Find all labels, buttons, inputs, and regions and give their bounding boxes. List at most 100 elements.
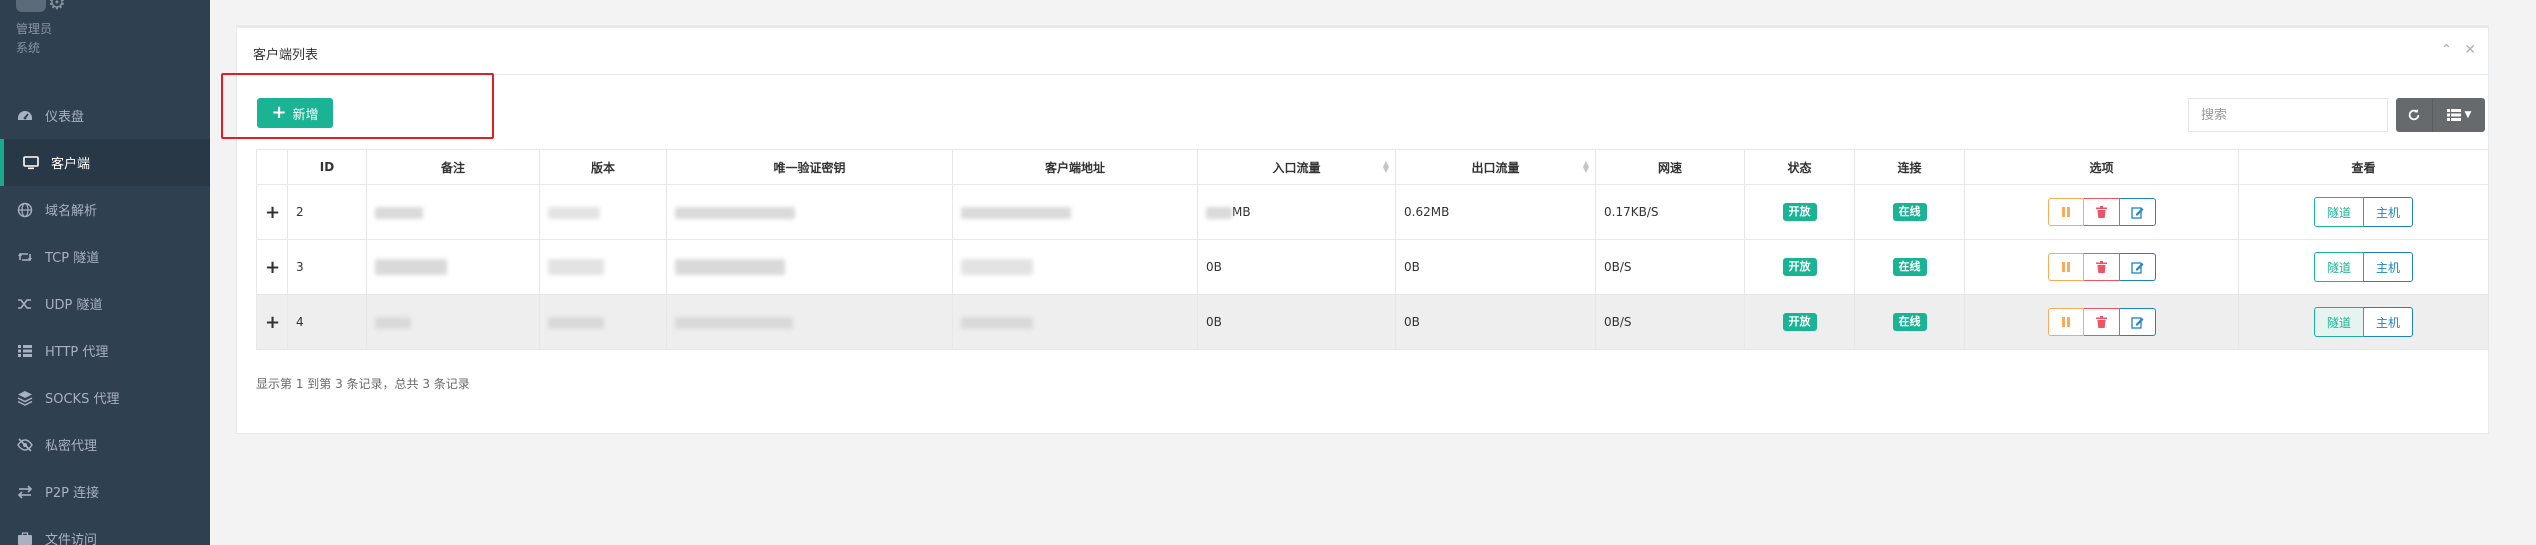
sidebar-item-clients[interactable]: 客户端	[0, 139, 210, 186]
connection-badge: 在线	[1892, 203, 1927, 221]
column-header-remark[interactable]: 备注	[366, 149, 540, 185]
sidebar-item-label: 仪表盘	[45, 110, 85, 125]
cell-key	[666, 294, 953, 350]
add-button-label: 新增	[292, 107, 319, 123]
cell-address	[952, 294, 1198, 350]
desktop-icon	[22, 154, 40, 172]
expand-row-button[interactable]: +	[256, 239, 288, 295]
sidebar-item-tcp[interactable]: TCP 隧道	[0, 233, 210, 280]
caret-down-icon: ▼	[2464, 110, 2472, 120]
gear-icon[interactable]: ⚙	[48, 0, 66, 12]
cell-conn: 在线	[1854, 184, 1965, 240]
column-header-speed[interactable]: 网速	[1595, 149, 1745, 185]
refresh-icon	[2408, 108, 2420, 121]
panel-header: 客户端列表 ⌃ ✕	[237, 28, 2488, 75]
connection-badge: 在线	[1892, 258, 1927, 276]
sidebar-item-domain[interactable]: 域名解析	[0, 186, 210, 233]
sidebar-menu: 仪表盘 客户端 域名解析 TCP 隧道 UDP 隧道 HTTP 代理 SOCKS…	[0, 92, 210, 545]
panel-tools: ⌃ ✕	[2441, 42, 2476, 58]
column-header-version[interactable]: 版本	[539, 149, 667, 185]
pagination-info: 显示第 1 到第 3 条记录，总共 3 条记录	[256, 377, 470, 391]
expand-row-button[interactable]: +	[256, 184, 288, 240]
sidebar-item-secret[interactable]: 私密代理	[0, 421, 210, 468]
column-header-id[interactable]: ID	[287, 149, 367, 185]
edit-button[interactable]	[2119, 198, 2156, 226]
status-badge: 开放	[1782, 258, 1817, 276]
sort-icon: ▲ ▼	[1582, 159, 1589, 174]
delete-button[interactable]	[2083, 308, 2120, 336]
table-header-row: ID 备注 版本 唯一验证密钥 客户端地址 入口流量 ▲ ▼ 出口流量 ▲ ▼ 网速 状…	[256, 149, 2489, 185]
sidebar-item-label: 文件访问	[45, 533, 98, 545]
redacted-text	[675, 316, 793, 329]
cell-options	[1964, 294, 2239, 350]
view-tunnel-button[interactable]: 隧道	[2313, 252, 2364, 282]
column-header-options: 选项	[1964, 149, 2239, 185]
sidebar-item-files[interactable]: 文件访问	[0, 515, 210, 545]
sidebar-item-p2p[interactable]: P2P 连接	[0, 468, 210, 515]
option-buttons	[2047, 253, 2156, 281]
view-buttons: 隧道 主机	[2313, 307, 2414, 337]
table-row: + 4 0B 0B 0B/S 开放 在线 隧道 主机	[256, 294, 2489, 350]
redacted-text	[675, 259, 785, 275]
view-tunnel-button[interactable]: 隧道	[2313, 307, 2364, 337]
sidebar-item-udp[interactable]: UDP 隧道	[0, 280, 210, 327]
redacted-text	[375, 259, 447, 275]
sort-icon: ▲ ▼	[1382, 159, 1389, 174]
collapse-icon[interactable]: ⌃	[2441, 42, 2453, 58]
sidebar: ⚙ 管理员 系统 仪表盘 客户端 域名解析 TCP 隧道 UDP 隧道 HTTP…	[0, 0, 210, 545]
view-host-button[interactable]: 主机	[2364, 307, 2414, 337]
sidebar-item-http[interactable]: HTTP 代理	[0, 327, 210, 374]
cell-view: 隧道 主机	[2238, 239, 2489, 295]
close-icon[interactable]: ✕	[2464, 42, 2476, 58]
edit-button[interactable]	[2119, 253, 2156, 281]
view-tunnel-button[interactable]: 隧道	[2313, 197, 2364, 227]
column-header-key[interactable]: 唯一验证密钥	[666, 149, 953, 185]
sidebar-item-label: 私密代理	[45, 439, 98, 454]
delete-button[interactable]	[2083, 253, 2120, 281]
refresh-button[interactable]	[2396, 98, 2433, 132]
column-header-in-flow[interactable]: 入口流量 ▲ ▼	[1197, 149, 1396, 185]
expand-row-button[interactable]: +	[256, 294, 288, 350]
pause-icon	[2061, 262, 2070, 272]
view-host-button[interactable]: 主机	[2364, 252, 2414, 282]
pause-icon	[2061, 207, 2070, 217]
avatar[interactable]	[16, 0, 46, 12]
sidebar-item-socks[interactable]: SOCKS 代理	[0, 374, 210, 421]
cell-in-flow: MB	[1197, 184, 1396, 240]
status-badge: 开放	[1782, 203, 1817, 221]
sidebar-item-dashboard[interactable]: 仪表盘	[0, 92, 210, 139]
in-flow-value: MB	[1232, 205, 1251, 219]
view-host-button[interactable]: 主机	[2364, 197, 2414, 227]
cell-view: 隧道 主机	[2238, 184, 2489, 240]
trash-icon	[2095, 206, 2107, 218]
sidebar-item-label: TCP 隧道	[45, 251, 100, 266]
delete-button[interactable]	[2083, 198, 2120, 226]
profile-role[interactable]: 管理员	[16, 20, 52, 37]
edit-button[interactable]	[2119, 308, 2156, 336]
pause-button[interactable]	[2047, 198, 2084, 226]
column-header-conn[interactable]: 连接	[1854, 149, 1965, 185]
column-header-label: 出口流量	[1471, 160, 1520, 175]
cell-id: 2	[287, 184, 367, 240]
columns-button[interactable]: ▼	[2433, 98, 2485, 132]
column-header-address[interactable]: 客户端地址	[952, 149, 1198, 185]
search-input[interactable]	[2188, 98, 2388, 132]
cell-conn: 在线	[1854, 294, 1965, 350]
connection-badge: 在线	[1892, 313, 1927, 331]
cell-key	[666, 184, 953, 240]
profile-system: 系统	[16, 41, 41, 55]
column-header-status[interactable]: 状态	[1744, 149, 1855, 185]
cell-in-flow: 0B	[1197, 239, 1396, 295]
cell-conn: 在线	[1854, 239, 1965, 295]
cell-speed: 0.17KB/S	[1595, 184, 1745, 240]
column-header-out-flow[interactable]: 出口流量 ▲ ▼	[1395, 149, 1596, 185]
cell-options	[1964, 239, 2239, 295]
column-header-view: 查看	[2238, 149, 2489, 185]
redacted-text	[548, 259, 604, 275]
pause-icon	[2061, 317, 2070, 327]
pause-button[interactable]	[2047, 308, 2084, 336]
add-client-button[interactable]: + 新增	[257, 98, 333, 128]
cell-key	[666, 239, 953, 295]
pause-button[interactable]	[2047, 253, 2084, 281]
cell-address	[952, 239, 1198, 295]
